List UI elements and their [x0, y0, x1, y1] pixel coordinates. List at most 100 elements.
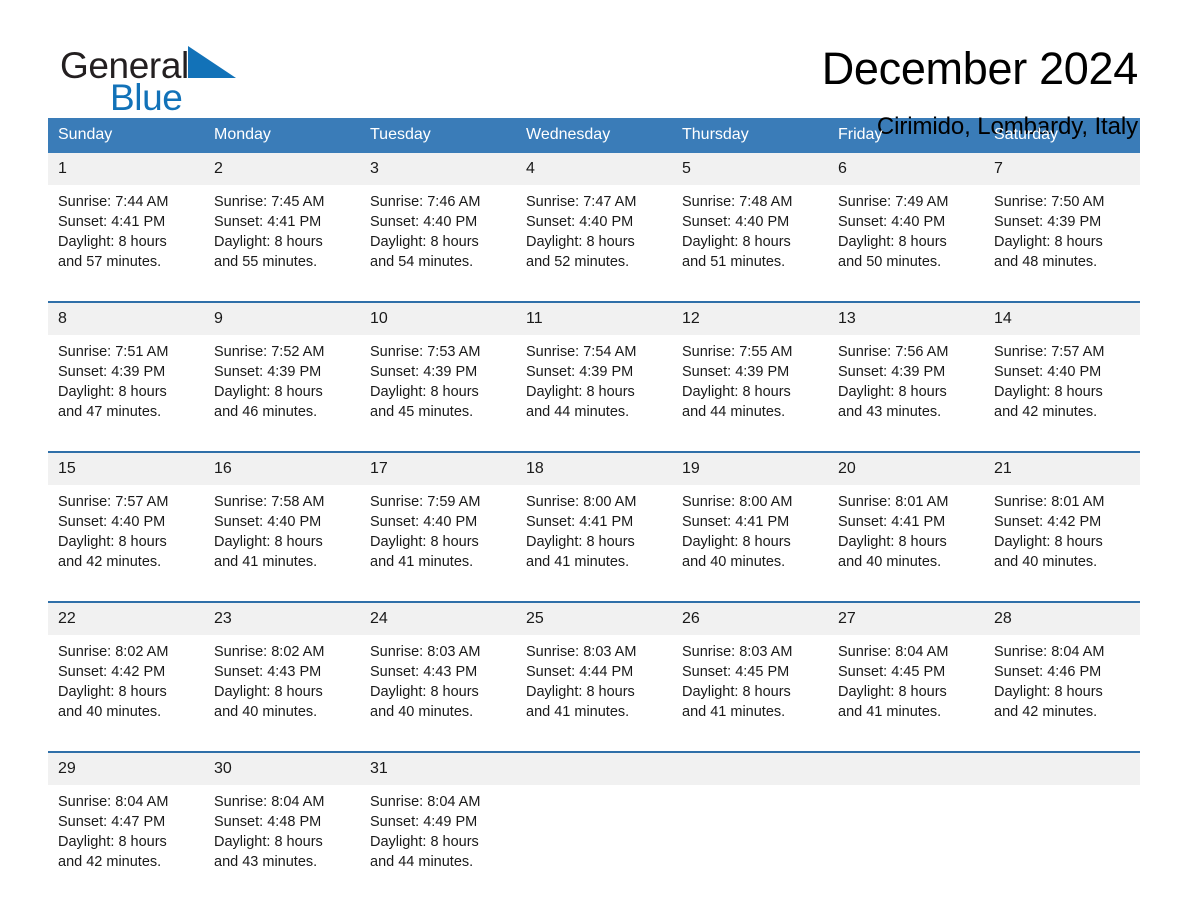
day-number: 21 [984, 453, 1140, 485]
calendar-day-cell[interactable]: 12 Sunrise: 7:55 AM Sunset: 4:39 PM Dayligh… [672, 301, 828, 437]
day-number: 27 [828, 603, 984, 635]
sunrise-text: Sunrise: 8:02 AM [214, 644, 325, 660]
daylight-text-line1: Daylight: 8 hours [370, 234, 479, 250]
day-number: 8 [48, 303, 204, 335]
day-details: Sunrise: 7:51 AM Sunset: 4:39 PM Daylight:… [48, 335, 204, 422]
day-details: Sunrise: 7:55 AM Sunset: 4:39 PM Daylight:… [672, 335, 828, 422]
calendar-day-cell[interactable]: 21 Sunrise: 8:01 AM Sunset: 4:42 PM Dayligh… [984, 451, 1140, 587]
sunrise-text: Sunrise: 8:04 AM [58, 794, 169, 810]
daylight-text-line2: and 40 minutes. [214, 704, 318, 720]
calendar-day-cell[interactable]: 16 Sunrise: 7:58 AM Sunset: 4:40 PM Dayligh… [204, 451, 360, 587]
sunset-text: Sunset: 4:42 PM [58, 664, 166, 680]
calendar-week-row: 8 Sunrise: 7:51 AM Sunset: 4:39 PM Daylight… [48, 301, 1140, 437]
calendar-day-cell[interactable]: 7 Sunrise: 7:50 AM Sunset: 4:39 PM Daylight… [984, 153, 1140, 287]
day-number: 2 [204, 153, 360, 185]
day-number [828, 753, 984, 785]
day-details: Sunrise: 7:58 AM Sunset: 4:40 PM Daylight:… [204, 485, 360, 572]
spacer-cell [48, 437, 1140, 452]
calendar-day-cell[interactable]: 5 Sunrise: 7:48 AM Sunset: 4:40 PM Daylight… [672, 153, 828, 287]
calendar-day-cell[interactable]: 25 Sunrise: 8:03 AM Sunset: 4:44 PM Dayligh… [516, 601, 672, 737]
sunset-text: Sunset: 4:39 PM [58, 364, 166, 380]
calendar-day-cell[interactable]: 9 Sunrise: 7:52 AM Sunset: 4:39 PM Daylight… [204, 301, 360, 437]
day-details: Sunrise: 7:53 AM Sunset: 4:39 PM Daylight:… [360, 335, 516, 422]
calendar-day-cell[interactable]: 1 Sunrise: 7:44 AM Sunset: 4:41 PM Daylight… [48, 153, 204, 287]
day-details: Sunrise: 8:02 AM Sunset: 4:43 PM Daylight:… [204, 635, 360, 722]
day-details: Sunrise: 7:52 AM Sunset: 4:39 PM Daylight:… [204, 335, 360, 422]
triangle-logo-icon [186, 44, 238, 85]
calendar-day-cell[interactable]: 4 Sunrise: 7:47 AM Sunset: 4:40 PM Daylight… [516, 153, 672, 287]
sunrise-text: Sunrise: 8:04 AM [838, 644, 949, 660]
calendar-week-row: 22 Sunrise: 8:02 AM Sunset: 4:42 PM Dayligh… [48, 601, 1140, 737]
calendar-day-cell[interactable]: 17 Sunrise: 7:59 AM Sunset: 4:40 PM Dayligh… [360, 451, 516, 587]
sunset-text: Sunset: 4:45 PM [838, 664, 946, 680]
daylight-text-line1: Daylight: 8 hours [58, 534, 167, 550]
calendar-day-cell[interactable]: 2 Sunrise: 7:45 AM Sunset: 4:41 PM Daylight… [204, 153, 360, 287]
sunset-text: Sunset: 4:41 PM [526, 514, 634, 530]
daylight-text-line1: Daylight: 8 hours [682, 534, 791, 550]
sunset-text: Sunset: 4:41 PM [682, 514, 790, 530]
calendar-week-row: 1 Sunrise: 7:44 AM Sunset: 4:41 PM Daylight… [48, 153, 1140, 287]
calendar-day-cell-empty [672, 751, 828, 887]
calendar-day-cell[interactable]: 18 Sunrise: 8:00 AM Sunset: 4:41 PM Dayligh… [516, 451, 672, 587]
day-details: Sunrise: 7:50 AM Sunset: 4:39 PM Daylight:… [984, 185, 1140, 272]
calendar-day-cell[interactable]: 22 Sunrise: 8:02 AM Sunset: 4:42 PM Dayligh… [48, 601, 204, 737]
daylight-text-line1: Daylight: 8 hours [58, 684, 167, 700]
calendar-day-cell[interactable]: 8 Sunrise: 7:51 AM Sunset: 4:39 PM Daylight… [48, 301, 204, 437]
day-details: Sunrise: 8:04 AM Sunset: 4:47 PM Daylight:… [48, 785, 204, 872]
daylight-text-line1: Daylight: 8 hours [58, 234, 167, 250]
calendar-day-cell[interactable]: 3 Sunrise: 7:46 AM Sunset: 4:40 PM Daylight… [360, 153, 516, 287]
day-details: Sunrise: 7:54 AM Sunset: 4:39 PM Daylight:… [516, 335, 672, 422]
calendar-day-cell[interactable]: 29 Sunrise: 8:04 AM Sunset: 4:47 PM Dayligh… [48, 751, 204, 887]
calendar-day-cell[interactable]: 26 Sunrise: 8:03 AM Sunset: 4:45 PM Dayligh… [672, 601, 828, 737]
sunset-text: Sunset: 4:48 PM [214, 814, 322, 830]
calendar-day-cell[interactable]: 20 Sunrise: 8:01 AM Sunset: 4:41 PM Dayligh… [828, 451, 984, 587]
sunrise-text: Sunrise: 8:04 AM [370, 794, 481, 810]
day-details: Sunrise: 7:49 AM Sunset: 4:40 PM Daylight:… [828, 185, 984, 272]
calendar-day-cell[interactable]: 28 Sunrise: 8:04 AM Sunset: 4:46 PM Dayligh… [984, 601, 1140, 737]
calendar-day-cell[interactable]: 30 Sunrise: 8:04 AM Sunset: 4:48 PM Dayligh… [204, 751, 360, 887]
day-number: 11 [516, 303, 672, 335]
calendar-day-cell[interactable]: 6 Sunrise: 7:49 AM Sunset: 4:40 PM Daylight… [828, 153, 984, 287]
day-number [672, 753, 828, 785]
sunset-text: Sunset: 4:41 PM [58, 214, 166, 230]
calendar-day-cell[interactable]: 10 Sunrise: 7:53 AM Sunset: 4:39 PM Dayligh… [360, 301, 516, 437]
calendar-day-cell[interactable]: 15 Sunrise: 7:57 AM Sunset: 4:40 PM Dayligh… [48, 451, 204, 587]
calendar-row-spacer [48, 287, 1140, 302]
sunrise-text: Sunrise: 8:00 AM [526, 494, 637, 510]
sunset-text: Sunset: 4:49 PM [370, 814, 478, 830]
calendar-day-cell[interactable]: 19 Sunrise: 8:00 AM Sunset: 4:41 PM Dayligh… [672, 451, 828, 587]
daylight-text-line1: Daylight: 8 hours [994, 384, 1103, 400]
daylight-text-line2: and 41 minutes. [370, 554, 474, 570]
calendar-day-cell[interactable]: 13 Sunrise: 7:56 AM Sunset: 4:39 PM Dayligh… [828, 301, 984, 437]
daylight-text-line1: Daylight: 8 hours [214, 534, 323, 550]
calendar-day-cell[interactable]: 11 Sunrise: 7:54 AM Sunset: 4:39 PM Dayligh… [516, 301, 672, 437]
sunrise-text: Sunrise: 8:04 AM [214, 794, 325, 810]
sunrise-text: Sunrise: 8:03 AM [370, 644, 481, 660]
daylight-text-line2: and 46 minutes. [214, 404, 318, 420]
day-number: 28 [984, 603, 1140, 635]
calendar-day-cell[interactable]: 23 Sunrise: 8:02 AM Sunset: 4:43 PM Dayligh… [204, 601, 360, 737]
daylight-text-line2: and 44 minutes. [370, 854, 474, 870]
calendar-row-spacer [48, 587, 1140, 602]
sunrise-text: Sunrise: 7:50 AM [994, 194, 1105, 210]
sunrise-text: Sunrise: 7:59 AM [370, 494, 481, 510]
day-details: Sunrise: 8:03 AM Sunset: 4:44 PM Daylight:… [516, 635, 672, 722]
day-number [984, 753, 1140, 785]
daylight-text-line2: and 44 minutes. [526, 404, 630, 420]
calendar-day-cell[interactable]: 24 Sunrise: 8:03 AM Sunset: 4:43 PM Dayligh… [360, 601, 516, 737]
daylight-text-line2: and 47 minutes. [58, 404, 162, 420]
weekday-header-tuesday: Tuesday [360, 118, 516, 153]
daylight-text-line2: and 44 minutes. [682, 404, 786, 420]
day-number: 18 [516, 453, 672, 485]
day-number: 31 [360, 753, 516, 785]
calendar-row-spacer [48, 737, 1140, 752]
day-number: 14 [984, 303, 1140, 335]
daylight-text-line1: Daylight: 8 hours [838, 534, 947, 550]
daylight-text-line1: Daylight: 8 hours [370, 534, 479, 550]
day-details: Sunrise: 8:04 AM Sunset: 4:45 PM Daylight:… [828, 635, 984, 722]
calendar-day-cell[interactable]: 14 Sunrise: 7:57 AM Sunset: 4:40 PM Dayligh… [984, 301, 1140, 437]
daylight-text-line1: Daylight: 8 hours [370, 834, 479, 850]
calendar-day-cell[interactable]: 31 Sunrise: 8:04 AM Sunset: 4:49 PM Dayligh… [360, 751, 516, 887]
sunrise-text: Sunrise: 8:03 AM [682, 644, 793, 660]
calendar-day-cell[interactable]: 27 Sunrise: 8:04 AM Sunset: 4:45 PM Dayligh… [828, 601, 984, 737]
